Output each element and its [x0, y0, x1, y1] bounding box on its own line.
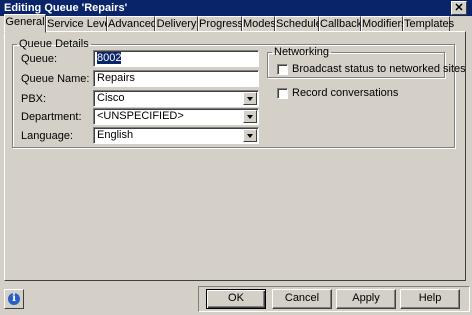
tab-advanced[interactable]: Advanced	[107, 16, 157, 32]
language-select[interactable]: English	[93, 127, 259, 144]
tab-schedule[interactable]: Schedule	[275, 16, 322, 32]
queue-input[interactable]: 8002	[93, 50, 259, 67]
tab-progress[interactable]: Progress	[198, 16, 243, 32]
department-value: <UNSPECIFIED>	[97, 110, 184, 122]
general-tab-panel: Queue Details Queue: 8002 Queue Name: Re…	[4, 31, 466, 281]
broadcast-checkbox[interactable]	[277, 64, 288, 75]
info-button[interactable]: i	[4, 289, 24, 309]
tab-callback[interactable]: Callback	[319, 16, 362, 32]
pbx-label: PBX:	[21, 93, 47, 105]
queue-value: 8002	[97, 52, 122, 64]
tab-modes[interactable]: Modes	[242, 16, 276, 32]
chevron-down-icon[interactable]	[243, 129, 257, 142]
record-label: Record conversations	[292, 87, 399, 99]
tab-modifiers[interactable]: Modifiers	[361, 16, 407, 32]
apply-button[interactable]: Apply	[336, 289, 396, 309]
queue-label: Queue:	[21, 53, 58, 65]
department-select[interactable]: <UNSPECIFIED>	[93, 108, 259, 125]
tab-strip: General Service Level Advanced Delivery …	[4, 14, 470, 33]
tab-general[interactable]: General	[4, 14, 46, 33]
cancel-button[interactable]: Cancel	[272, 289, 332, 309]
pbx-value: Cisco	[97, 92, 125, 104]
info-icon: i	[8, 293, 20, 305]
language-value: English	[97, 129, 134, 141]
networking-title: Networking	[274, 46, 330, 58]
ok-button[interactable]: OK	[206, 289, 266, 309]
tab-service-level[interactable]: Service Level	[46, 16, 113, 32]
pbx-select[interactable]: Cisco	[93, 90, 259, 107]
queue-name-label: Queue Name:	[21, 73, 90, 85]
tab-templates[interactable]: Templates	[403, 16, 454, 32]
broadcast-label: Broadcast status to networked sites	[292, 63, 466, 75]
window-title: Editing Queue 'Repairs'	[4, 2, 128, 14]
language-label: Language:	[21, 130, 73, 142]
department-label: Department:	[21, 111, 82, 123]
close-icon: ✕	[454, 2, 464, 14]
chevron-down-icon[interactable]	[243, 92, 257, 105]
tab-delivery[interactable]: Delivery	[155, 16, 198, 32]
close-button[interactable]: ✕	[451, 1, 467, 15]
chevron-down-icon[interactable]	[243, 110, 257, 123]
help-button[interactable]: Help	[400, 289, 460, 309]
queue-name-input[interactable]: Repairs	[93, 70, 259, 87]
queue-details-title: Queue Details	[19, 38, 89, 50]
record-checkbox[interactable]	[277, 88, 288, 99]
